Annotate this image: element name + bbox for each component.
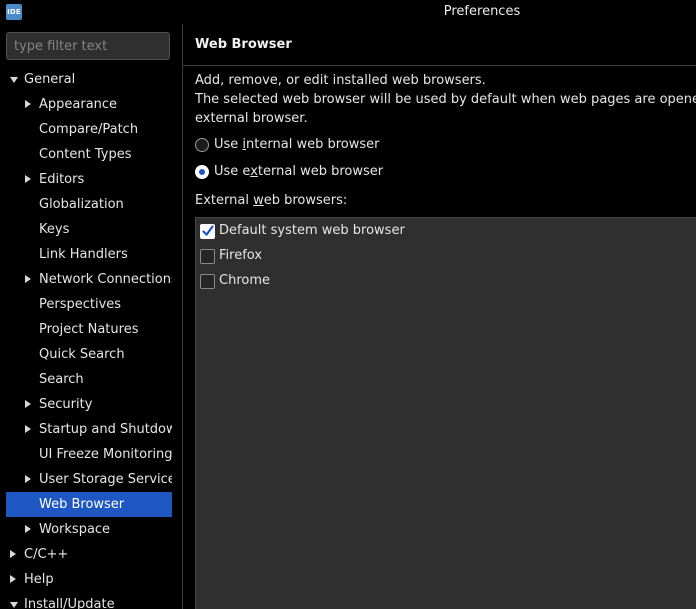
tree-item-web-browser[interactable]: Web Browser [6,492,172,517]
tree-item-keys[interactable]: Keys [6,217,172,242]
use-internal-browser-label: Use internal web browser [214,137,380,152]
collapse-arrow-icon[interactable] [10,575,16,583]
page-title: Web Browser [195,37,292,52]
collapse-arrow-icon[interactable] [25,275,31,283]
tree-item-label: Link Handlers [39,247,128,262]
preference-page: Web Browser Add, remove, or edit install… [183,24,696,609]
description-line-2: The selected web browser will be used by… [195,92,696,107]
tree-item-general[interactable]: General [6,67,172,92]
collapse-arrow-icon[interactable] [25,525,31,533]
tree-item-security[interactable]: Security [6,392,172,417]
tree-item-label: Compare/Patch [39,122,139,137]
tree-item-label: Content Types [39,147,132,162]
radio-button-unchecked[interactable] [195,138,209,152]
checkbox-unchecked[interactable] [200,274,215,289]
collapse-arrow-icon[interactable] [25,175,31,183]
tree-item-search[interactable]: Search [6,367,172,392]
tree-item-label: Search [39,372,84,387]
tree-item-ui-freeze-monitoring[interactable]: UI Freeze Monitoring [6,442,172,467]
tree-item-link-handlers[interactable]: Link Handlers [6,242,172,267]
tree-item-network-connections[interactable]: Network Connections [6,267,172,292]
tree-item-label: Perspectives [39,297,122,312]
title-bar: IDE Preferences [0,0,696,24]
filter-input[interactable] [6,32,170,60]
browser-label: Chrome [219,273,270,288]
tree-item-quick-search[interactable]: Quick Search [6,342,172,367]
window-title: Preferences [443,4,521,19]
collapse-arrow-icon[interactable] [25,400,31,408]
tree-item-editors[interactable]: Editors [6,167,172,192]
tree-item-project-natures[interactable]: Project Natures [6,317,172,342]
collapse-arrow-icon[interactable] [10,550,16,558]
tree-item-label: Web Browser [39,497,125,512]
collapse-arrow-icon[interactable] [25,100,31,108]
tree-item-workspace[interactable]: Workspace [6,517,172,542]
collapse-arrow-icon[interactable] [25,475,31,483]
tree-item-label: Workspace [39,522,111,537]
tree-item-label: Install/Update [24,597,115,609]
tree-item-label: Globalization [39,197,124,212]
tree-item-startup-and-shutdown[interactable]: Startup and Shutdown [6,417,172,442]
external-browsers-label: External web browsers: [195,193,348,208]
tree-item-label: Startup and Shutdown [39,422,172,437]
collapse-arrow-icon[interactable] [25,425,31,433]
tree-item-c-c[interactable]: C/C++ [6,542,172,567]
tree-item-label: Appearance [39,97,118,112]
tree-item-install-update[interactable]: Install/Update [6,592,172,609]
checkmark-icon [202,225,214,236]
tree-item-label: UI Freeze Monitoring [39,447,172,462]
heading-separator [183,65,696,66]
description-line-1: Add, remove, or edit installed web brows… [195,73,486,88]
tree-item-help[interactable]: Help [6,567,172,592]
browser-label: Default system web browser [219,223,405,238]
tree-item-perspectives[interactable]: Perspectives [6,292,172,317]
tree-item-label: Security [39,397,93,412]
tree-item-appearance[interactable]: Appearance [6,92,172,117]
expand-arrow-icon[interactable] [10,77,18,83]
checkbox-unchecked[interactable] [200,249,215,264]
preferences-tree: General Appearance Compare/Patch Content Ty… [6,66,172,609]
browser-label: Firefox [219,248,263,263]
expand-arrow-icon[interactable] [10,602,18,608]
description-line-3: external browser. [195,111,308,126]
external-browsers-list[interactable]: Default system web browser Firefox Chrom… [195,217,696,609]
tree-item-label: Keys [39,222,70,237]
radio-button-checked[interactable] [195,165,209,179]
tree-item-compare-patch[interactable]: Compare/Patch [6,117,172,142]
tree-item-label: Quick Search [39,347,125,362]
tree-item-content-types[interactable]: Content Types [6,142,172,167]
tree-item-label: Editors [39,172,85,187]
tree-item-label: User Storage Service [39,472,172,487]
tree-item-label: Network Connections [39,272,172,287]
tree-item-label: Help [24,572,54,587]
tree-item-user-storage-service[interactable]: User Storage Service [6,467,172,492]
tree-item-label: General [24,72,76,87]
use-external-browser-label: Use external web browser [214,164,384,179]
tree-item-globalization[interactable]: Globalization [6,192,172,217]
tree-item-label: C/C++ [24,547,69,562]
preferences-sidebar: General Appearance Compare/Patch Content Ty… [0,24,182,609]
tree-item-label: Project Natures [39,322,139,337]
checkbox-checked[interactable] [200,224,215,239]
